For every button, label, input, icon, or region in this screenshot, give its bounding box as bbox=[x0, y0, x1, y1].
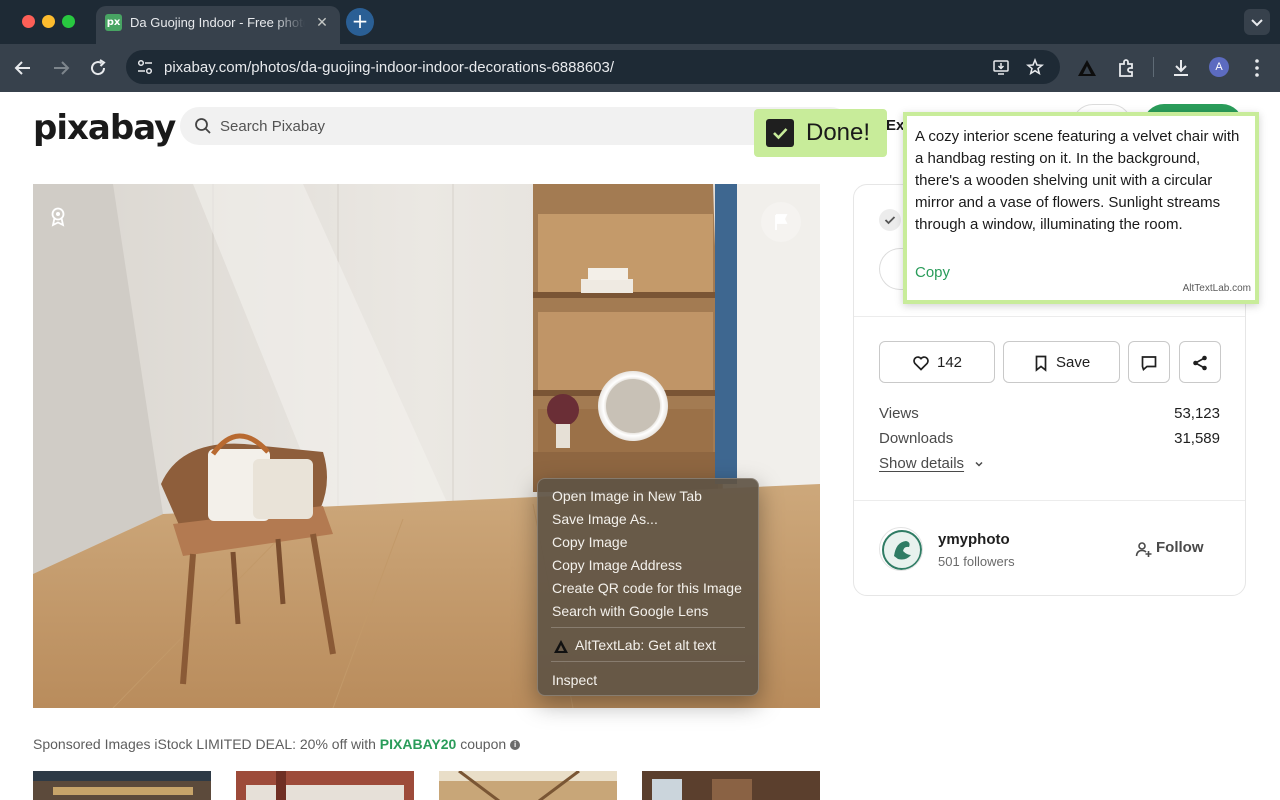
bookmark-star-icon[interactable] bbox=[1026, 58, 1044, 76]
minimize-window-button[interactable] bbox=[42, 15, 55, 28]
maximize-window-button[interactable] bbox=[62, 15, 75, 28]
pixabay-favicon-icon: px bbox=[105, 14, 122, 31]
thumbnail-image bbox=[439, 771, 617, 800]
license-check-icon bbox=[879, 209, 901, 231]
generated-alt-text: A cozy interior scene featuring a velvet… bbox=[915, 128, 1240, 233]
thumbnail-image bbox=[236, 771, 414, 800]
menu-item-create-qr-code[interactable]: Create QR code for this Image bbox=[552, 580, 742, 596]
extensions-puzzle-icon[interactable] bbox=[1114, 56, 1138, 80]
sponsored-suffix: coupon bbox=[456, 736, 507, 752]
downloads-value: 31,589 bbox=[1174, 430, 1220, 447]
close-tab-icon[interactable]: ✕ bbox=[314, 14, 330, 30]
toolbar-separator bbox=[1153, 57, 1154, 77]
info-icon[interactable]: i bbox=[510, 740, 521, 751]
heart-icon bbox=[913, 356, 929, 371]
comment-icon bbox=[1141, 356, 1157, 371]
comment-button[interactable] bbox=[1128, 341, 1170, 383]
share-icon bbox=[1193, 355, 1207, 371]
browser-tab-bar: px Da Guojing Indoor - Free photo ✕ + bbox=[0, 0, 1280, 44]
chevron-down-icon bbox=[1251, 19, 1263, 27]
bookmark-icon bbox=[1035, 355, 1047, 372]
reload-icon[interactable] bbox=[86, 56, 110, 80]
thumbnail-image bbox=[33, 771, 211, 800]
install-app-icon[interactable] bbox=[992, 58, 1010, 76]
dragon-logo-icon bbox=[882, 530, 922, 570]
checkmark-icon bbox=[773, 128, 788, 140]
save-button[interactable]: Save bbox=[1003, 341, 1120, 383]
new-tab-button[interactable]: + bbox=[346, 8, 374, 36]
author-avatar[interactable] bbox=[879, 527, 923, 571]
tab-search-button[interactable] bbox=[1244, 9, 1270, 35]
views-label: Views bbox=[879, 405, 919, 422]
altTextLab-extension-icon[interactable] bbox=[1075, 56, 1099, 80]
menu-item-alttextlab[interactable]: AltTextLab: Get alt text bbox=[575, 637, 716, 653]
url-text[interactable]: pixabay.com/photos/da-guojing-indoor-ind… bbox=[164, 59, 614, 76]
search-bar[interactable] bbox=[180, 107, 850, 145]
thumbnail-image bbox=[642, 771, 820, 800]
image-context-menu: Open Image in New Tab Save Image As... C… bbox=[537, 478, 759, 696]
menu-separator bbox=[551, 627, 745, 628]
chevron-down-icon[interactable] bbox=[974, 459, 984, 469]
tab-title: Da Guojing Indoor - Free photo bbox=[130, 15, 305, 30]
follow-button[interactable]: Follow bbox=[1132, 539, 1204, 556]
downloads-label: Downloads bbox=[879, 430, 954, 447]
author-name[interactable]: ymyphoto bbox=[938, 531, 1010, 548]
show-details-link[interactable]: Show details bbox=[879, 455, 964, 472]
pixabay-logo[interactable]: pixabay bbox=[33, 108, 176, 148]
browser-tab-active[interactable]: px Da Guojing Indoor - Free photo ✕ bbox=[96, 6, 340, 44]
explore-menu[interactable]: Ex bbox=[886, 117, 904, 134]
copy-button[interactable]: Copy bbox=[915, 264, 950, 281]
menu-item-google-lens[interactable]: Search with Google Lens bbox=[552, 603, 708, 619]
done-label: Done! bbox=[806, 119, 871, 146]
close-window-button[interactable] bbox=[22, 15, 35, 28]
save-label: Save bbox=[1056, 354, 1091, 371]
sponsored-thumbnail[interactable] bbox=[642, 771, 820, 800]
menu-item-open-image-new-tab[interactable]: Open Image in New Tab bbox=[552, 488, 702, 504]
done-badge: Done! bbox=[754, 109, 887, 157]
menu-item-inspect[interactable]: Inspect bbox=[552, 672, 597, 688]
alttextlab-brand[interactable]: AltTextLab.com bbox=[1183, 283, 1251, 294]
checkbox-icon bbox=[766, 119, 794, 147]
search-input[interactable] bbox=[220, 107, 720, 145]
sponsored-thumbnail[interactable] bbox=[439, 771, 617, 800]
checkmark-icon bbox=[884, 216, 896, 225]
coupon-code[interactable]: PIXABAY20 bbox=[380, 736, 457, 752]
flag-icon bbox=[775, 214, 788, 230]
report-flag-button[interactable] bbox=[761, 202, 801, 242]
sponsored-thumbnail[interactable] bbox=[236, 771, 414, 800]
divider bbox=[854, 316, 1245, 317]
alt-text-panel: A cozy interior scene featuring a velvet… bbox=[903, 112, 1259, 304]
menu-item-copy-image-address[interactable]: Copy Image Address bbox=[552, 557, 682, 573]
alttextlab-logo-icon bbox=[554, 640, 568, 653]
like-button[interactable]: 142 bbox=[879, 341, 995, 383]
profile-avatar[interactable]: A bbox=[1209, 57, 1229, 77]
downloads-icon[interactable] bbox=[1169, 56, 1193, 80]
more-menu-icon[interactable] bbox=[1245, 56, 1269, 80]
award-ribbon-icon bbox=[51, 207, 65, 227]
sponsored-thumbnail[interactable] bbox=[33, 771, 211, 800]
site-settings-icon[interactable] bbox=[136, 58, 154, 76]
share-button[interactable] bbox=[1179, 341, 1221, 383]
back-arrow-icon[interactable] bbox=[11, 56, 35, 80]
menu-separator bbox=[551, 661, 745, 662]
sponsored-prefix: Sponsored Images iStock LIMITED DEAL: 20… bbox=[33, 736, 380, 752]
divider bbox=[854, 500, 1245, 501]
search-icon bbox=[195, 118, 211, 134]
address-bar[interactable]: pixabay.com/photos/da-guojing-indoor-ind… bbox=[126, 50, 1060, 84]
menu-item-copy-image[interactable]: Copy Image bbox=[552, 534, 627, 550]
sponsored-banner: Sponsored Images iStock LIMITED DEAL: 20… bbox=[33, 736, 521, 752]
author-followers: 501 followers bbox=[938, 554, 1015, 569]
like-count: 142 bbox=[937, 354, 963, 371]
menu-item-save-image-as[interactable]: Save Image As... bbox=[552, 511, 658, 527]
views-value: 53,123 bbox=[1174, 405, 1220, 422]
forward-arrow-icon[interactable] bbox=[49, 56, 73, 80]
